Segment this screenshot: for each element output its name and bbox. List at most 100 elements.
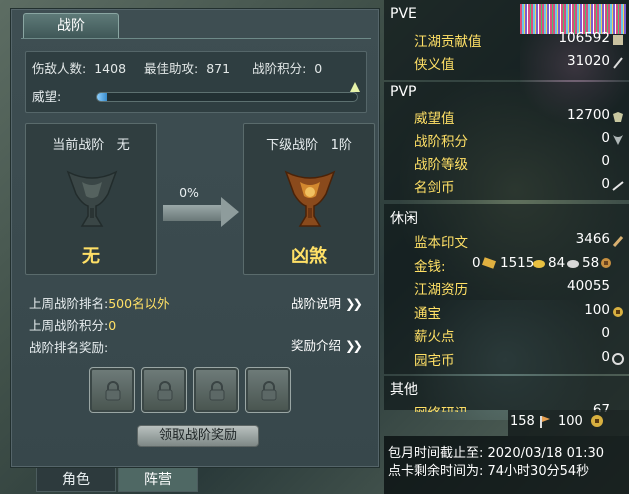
stat-label: 江湖资历: [414, 282, 468, 298]
stat-label: 江湖贡献值: [414, 34, 482, 50]
last-week-points-row: 上周战阶积分:0: [29, 315, 116, 334]
kills-label: 伤敌人数:: [32, 61, 87, 76]
header-divider: [21, 38, 371, 39]
pvp-title: PVP: [390, 84, 417, 100]
stat-row-sword-coin: 名剑币 0: [414, 176, 624, 198]
last-week-rank-row: 上周战阶排名:500名以外: [29, 293, 170, 312]
tab-character[interactable]: 角色: [36, 468, 116, 492]
assist-label: 最佳助攻:: [144, 61, 199, 76]
double-chevron-icon: ❯❯: [345, 338, 363, 353]
stat-label: 侠义值: [414, 57, 455, 73]
current-rank-label: 当前战阶: [52, 138, 105, 153]
assist-value: 871: [206, 61, 231, 76]
copper-coin-icon: [601, 258, 611, 268]
subscription-expiry: 包月时间截止至: 2020/03/18 01:30: [388, 446, 605, 461]
brush-icon: [612, 236, 624, 247]
gold-ingot-icon: [533, 260, 545, 268]
rank-help-link[interactable]: 战阶说明 ❯❯: [291, 293, 363, 312]
reward-slot[interactable]: [245, 367, 291, 413]
lock-icon: [105, 381, 121, 401]
current-rank-level: 无: [116, 138, 130, 153]
money-gold: 1515: [500, 255, 535, 271]
stat-value: 0: [601, 325, 610, 341]
stat-value: 0: [601, 349, 610, 365]
money-label: 金钱:: [414, 259, 446, 275]
bottom-tab-bar: 角色 阵营: [10, 468, 380, 494]
stat-label: 战阶等级: [414, 157, 468, 173]
stat-row-home-coin: 园宅币 0: [414, 349, 624, 371]
stat-value: 0: [601, 176, 610, 192]
stat-value: 40055: [567, 278, 610, 294]
reward-slot[interactable]: [141, 367, 187, 413]
current-rank-box: 当前战阶 无 无: [25, 123, 157, 275]
kills-value: 1408: [94, 61, 127, 76]
stat-row-rank-points: 战阶积分 0: [414, 130, 624, 152]
next-rank-label: 下级战阶: [266, 138, 319, 153]
stat-value: 106592: [558, 30, 610, 46]
rank-help-link-text: 战阶说明: [291, 296, 342, 311]
last-week-points-label: 上周战阶积分:: [29, 318, 109, 333]
stat-row-seniority: 江湖资历 40055: [414, 278, 624, 300]
stat-value: 12700: [567, 107, 610, 123]
reward-intro-link-text: 奖励介绍: [291, 338, 342, 353]
stat-label: 监本印文: [414, 235, 468, 251]
last-week-rank-label: 上周战阶排名:: [29, 296, 109, 311]
stats-row: 伤敌人数: 1408 最佳助攻: 871 战阶积分: 0: [32, 58, 330, 77]
stat-value: 31020: [567, 53, 610, 69]
lock-icon: [209, 381, 225, 401]
next-rank-level: 1阶: [330, 138, 352, 153]
sword-coin-icon: [612, 181, 624, 191]
home-coin-icon: [612, 353, 624, 365]
claim-reward-button[interactable]: 领取战阶奖励: [137, 425, 259, 447]
battle-rank-panel: 战阶 伤敌人数: 1408 最佳助攻: 871 战阶积分: 0 威望: 当前战阶 无 …: [10, 8, 380, 468]
stat-value: 3466: [575, 231, 610, 247]
stat-label: 战阶积分: [414, 134, 468, 150]
stat-row-prestige: 威望值 12700: [414, 107, 624, 129]
points-label: 战阶积分:: [252, 61, 307, 76]
stat-row-chivalry: 侠义值 31020: [414, 53, 624, 75]
rank-progress-percent: 0%: [179, 185, 199, 200]
stat-label: 园宅币: [414, 353, 455, 369]
other-title: 其他: [390, 382, 418, 398]
lock-icon: [261, 381, 277, 401]
currency-a-value: 158: [510, 414, 535, 429]
tab-battle-rank[interactable]: 战阶: [23, 13, 119, 39]
silver-ingot-icon: [567, 260, 579, 268]
stat-label: 薪火点: [414, 329, 455, 345]
reward-slot[interactable]: [89, 367, 135, 413]
reward-row: 战阶排名奖励:: [29, 337, 108, 356]
subscription-footer: 包月时间截止至: 2020/03/18 01:30 点卡剩余时间为: 74小时3…: [384, 436, 629, 494]
currency-b-value: 100: [558, 414, 583, 429]
next-rank-title: 下级战阶 1阶: [244, 134, 374, 153]
reward-intro-link[interactable]: 奖励介绍 ❯❯: [291, 335, 363, 354]
tab-camp[interactable]: 阵营: [118, 468, 198, 492]
stat-row-contribution: 江湖贡献值 106592: [414, 30, 624, 52]
next-rank-name: 凶煞: [291, 246, 327, 267]
points-value: 0: [314, 61, 323, 76]
current-rank-name: 无: [82, 246, 100, 267]
stat-value: 100: [584, 302, 610, 318]
stat-row-ember: 薪火点 0: [414, 325, 624, 347]
stats-box: 伤敌人数: 1408 最佳助攻: 871 战阶积分: 0 威望:: [25, 51, 367, 113]
double-chevron-icon: ❯❯: [345, 296, 363, 311]
last-week-points-value: 0: [108, 318, 117, 333]
lock-icon: [157, 381, 173, 401]
stat-label: 威望值: [414, 111, 455, 127]
prestige-label: 威望:: [32, 89, 62, 104]
currency-bar: 158 100: [508, 410, 629, 436]
current-rank-title: 当前战阶 无: [26, 134, 156, 153]
prestige-icon: [613, 112, 623, 122]
stat-row-seal: 监本印文 3466: [414, 231, 624, 253]
point-card-remaining: 点卡剩余时间为: 74小时30分54秒: [388, 464, 590, 479]
gold-brick-icon: [482, 257, 496, 269]
sword-icon: [613, 57, 623, 69]
money-gold-brick: 0: [472, 255, 481, 271]
stat-row-rank-level: 战阶等级 0: [414, 153, 624, 175]
stat-label: 网络研讯: [414, 402, 468, 412]
money-copper: 58: [582, 255, 600, 271]
goblet-bronze-icon: [284, 170, 336, 227]
stat-label: 名剑币: [414, 180, 455, 196]
stat-label: 通宝: [414, 306, 441, 322]
stat-row-tongbao: 通宝 100: [414, 302, 624, 324]
reward-slot[interactable]: [193, 367, 239, 413]
